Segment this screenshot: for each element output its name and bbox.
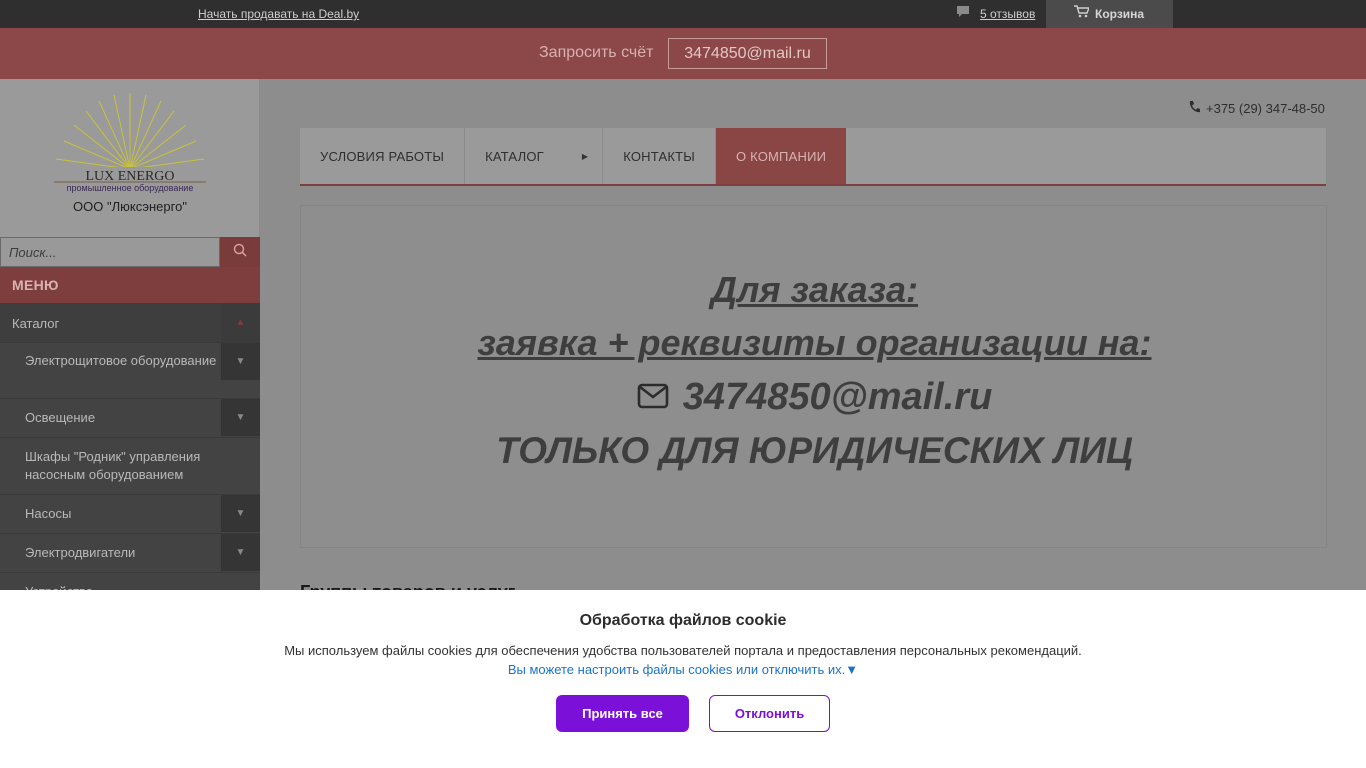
cookie-description: Мы используем файлы cookies для обеспече…: [284, 643, 1082, 658]
accept-all-button[interactable]: Принять все: [556, 695, 689, 732]
search-icon: [233, 243, 247, 262]
cart-button[interactable]: Корзина: [1046, 0, 1173, 28]
sidebar-item-rodnik-cabinets[interactable]: Шкафы "Родник" управления насосным обору…: [0, 438, 260, 495]
nav-item-label: УСЛОВИЯ РАБОТЫ: [320, 148, 445, 164]
phone-icon: [1188, 100, 1200, 117]
search-input[interactable]: Поиск...: [0, 237, 220, 267]
sidebar-item-switchboard[interactable]: Электрощитовое оборудование ▼: [0, 343, 260, 399]
top-bar: Начать продавать на Deal.by 5 отзывов Ко…: [0, 0, 1366, 28]
banner-line-email: 3474850@mail.ru: [301, 376, 1328, 419]
envelope-icon: [637, 376, 669, 419]
sidebar-item-motors[interactable]: Электродвигатели ▼: [0, 534, 260, 573]
banner-line-request: заявка + реквизиты организации на:: [477, 322, 1152, 363]
chevron-down-icon[interactable]: ▼: [221, 495, 260, 532]
chevron-down-icon[interactable]: ▼: [221, 399, 260, 436]
logo-subtitle: промышленное оборудование: [67, 183, 194, 193]
reviews-count[interactable]: 5 отзывов: [980, 7, 1035, 21]
request-invoice-bar: Запросить счёт 3474850@mail.ru: [0, 28, 1366, 79]
comment-icon: [956, 5, 970, 24]
sidebar-item-pumps[interactable]: Насосы ▼: [0, 495, 260, 534]
search-button[interactable]: [220, 237, 260, 267]
sidebar-item-lighting[interactable]: Освещение ▼: [0, 399, 260, 438]
nav-item-terms[interactable]: УСЛОВИЯ РАБОТЫ: [300, 128, 466, 184]
search-bar: Поиск...: [0, 237, 260, 267]
start-selling-link[interactable]: Начать продавать на Deal.by: [198, 7, 359, 21]
nav-item-label: КОНТАКТЫ: [623, 148, 695, 164]
cookie-title: Обработка файлов cookie: [579, 612, 787, 629]
cookie-settings-link[interactable]: Вы можете настроить файлы cookies или от…: [0, 662, 1366, 677]
company-name: ООО "Люксэнерго": [73, 199, 187, 214]
banner-email-text: 3474850@mail.ru: [682, 376, 993, 418]
request-invoice-label: Запросить счёт: [539, 44, 654, 61]
sidebar-item-catalog[interactable]: Каталог ▲: [0, 303, 260, 343]
sun-logo-icon: LUX ENERGO промышленное оборудование: [54, 93, 206, 193]
order-banner: Для заказа: заявка + реквизиты организац…: [300, 205, 1327, 548]
chevron-up-icon[interactable]: ▲: [221, 303, 260, 342]
nav-item-label: КАТАЛОГ: [485, 148, 544, 164]
nav-item-contacts[interactable]: КОНТАКТЫ: [603, 128, 716, 184]
reviews-link[interactable]: 5 отзывов: [956, 0, 1035, 28]
banner-line-order: Для заказа:: [710, 269, 919, 310]
chevron-down-icon[interactable]: ▼: [221, 343, 260, 380]
main-nav: УСЛОВИЯ РАБОТЫ КАТАЛОГ ▶ КОНТАКТЫ О КОМПА…: [300, 128, 1326, 186]
chevron-down-icon[interactable]: ▼: [221, 534, 260, 571]
company-logo-box[interactable]: LUX ENERGO промышленное оборудование ООО…: [0, 79, 260, 237]
banner-line-legal: ТОЛЬКО ДЛЯ ЮРИДИЧЕСКИХ ЛИЦ: [496, 430, 1133, 471]
nav-item-catalog[interactable]: КАТАЛОГ ▶: [465, 128, 604, 184]
cookie-dialog: Обработка файлов cookie Мы используем фа…: [0, 590, 1366, 768]
cart-label: Корзина: [1095, 7, 1145, 21]
caret-right-icon: ▶: [581, 151, 589, 161]
cart-icon: [1074, 5, 1091, 23]
phone-number: +375 (29) 347-48-50: [1206, 101, 1325, 116]
nav-item-label: О КОМПАНИИ: [735, 148, 827, 164]
header-phone[interactable]: +375 (29) 347-48-50: [1188, 100, 1325, 117]
sidebar-item-label: Шкафы "Родник" управления насосным обору…: [25, 449, 201, 482]
nav-item-about[interactable]: О КОМПАНИИ: [715, 128, 847, 184]
request-email-button[interactable]: 3474850@mail.ru: [668, 38, 827, 69]
decline-button[interactable]: Отклонить: [709, 695, 830, 732]
sidebar-menu: Каталог ▲ Электрощитовое оборудование ▼ …: [0, 303, 260, 612]
menu-heading: МЕНЮ: [0, 267, 260, 303]
